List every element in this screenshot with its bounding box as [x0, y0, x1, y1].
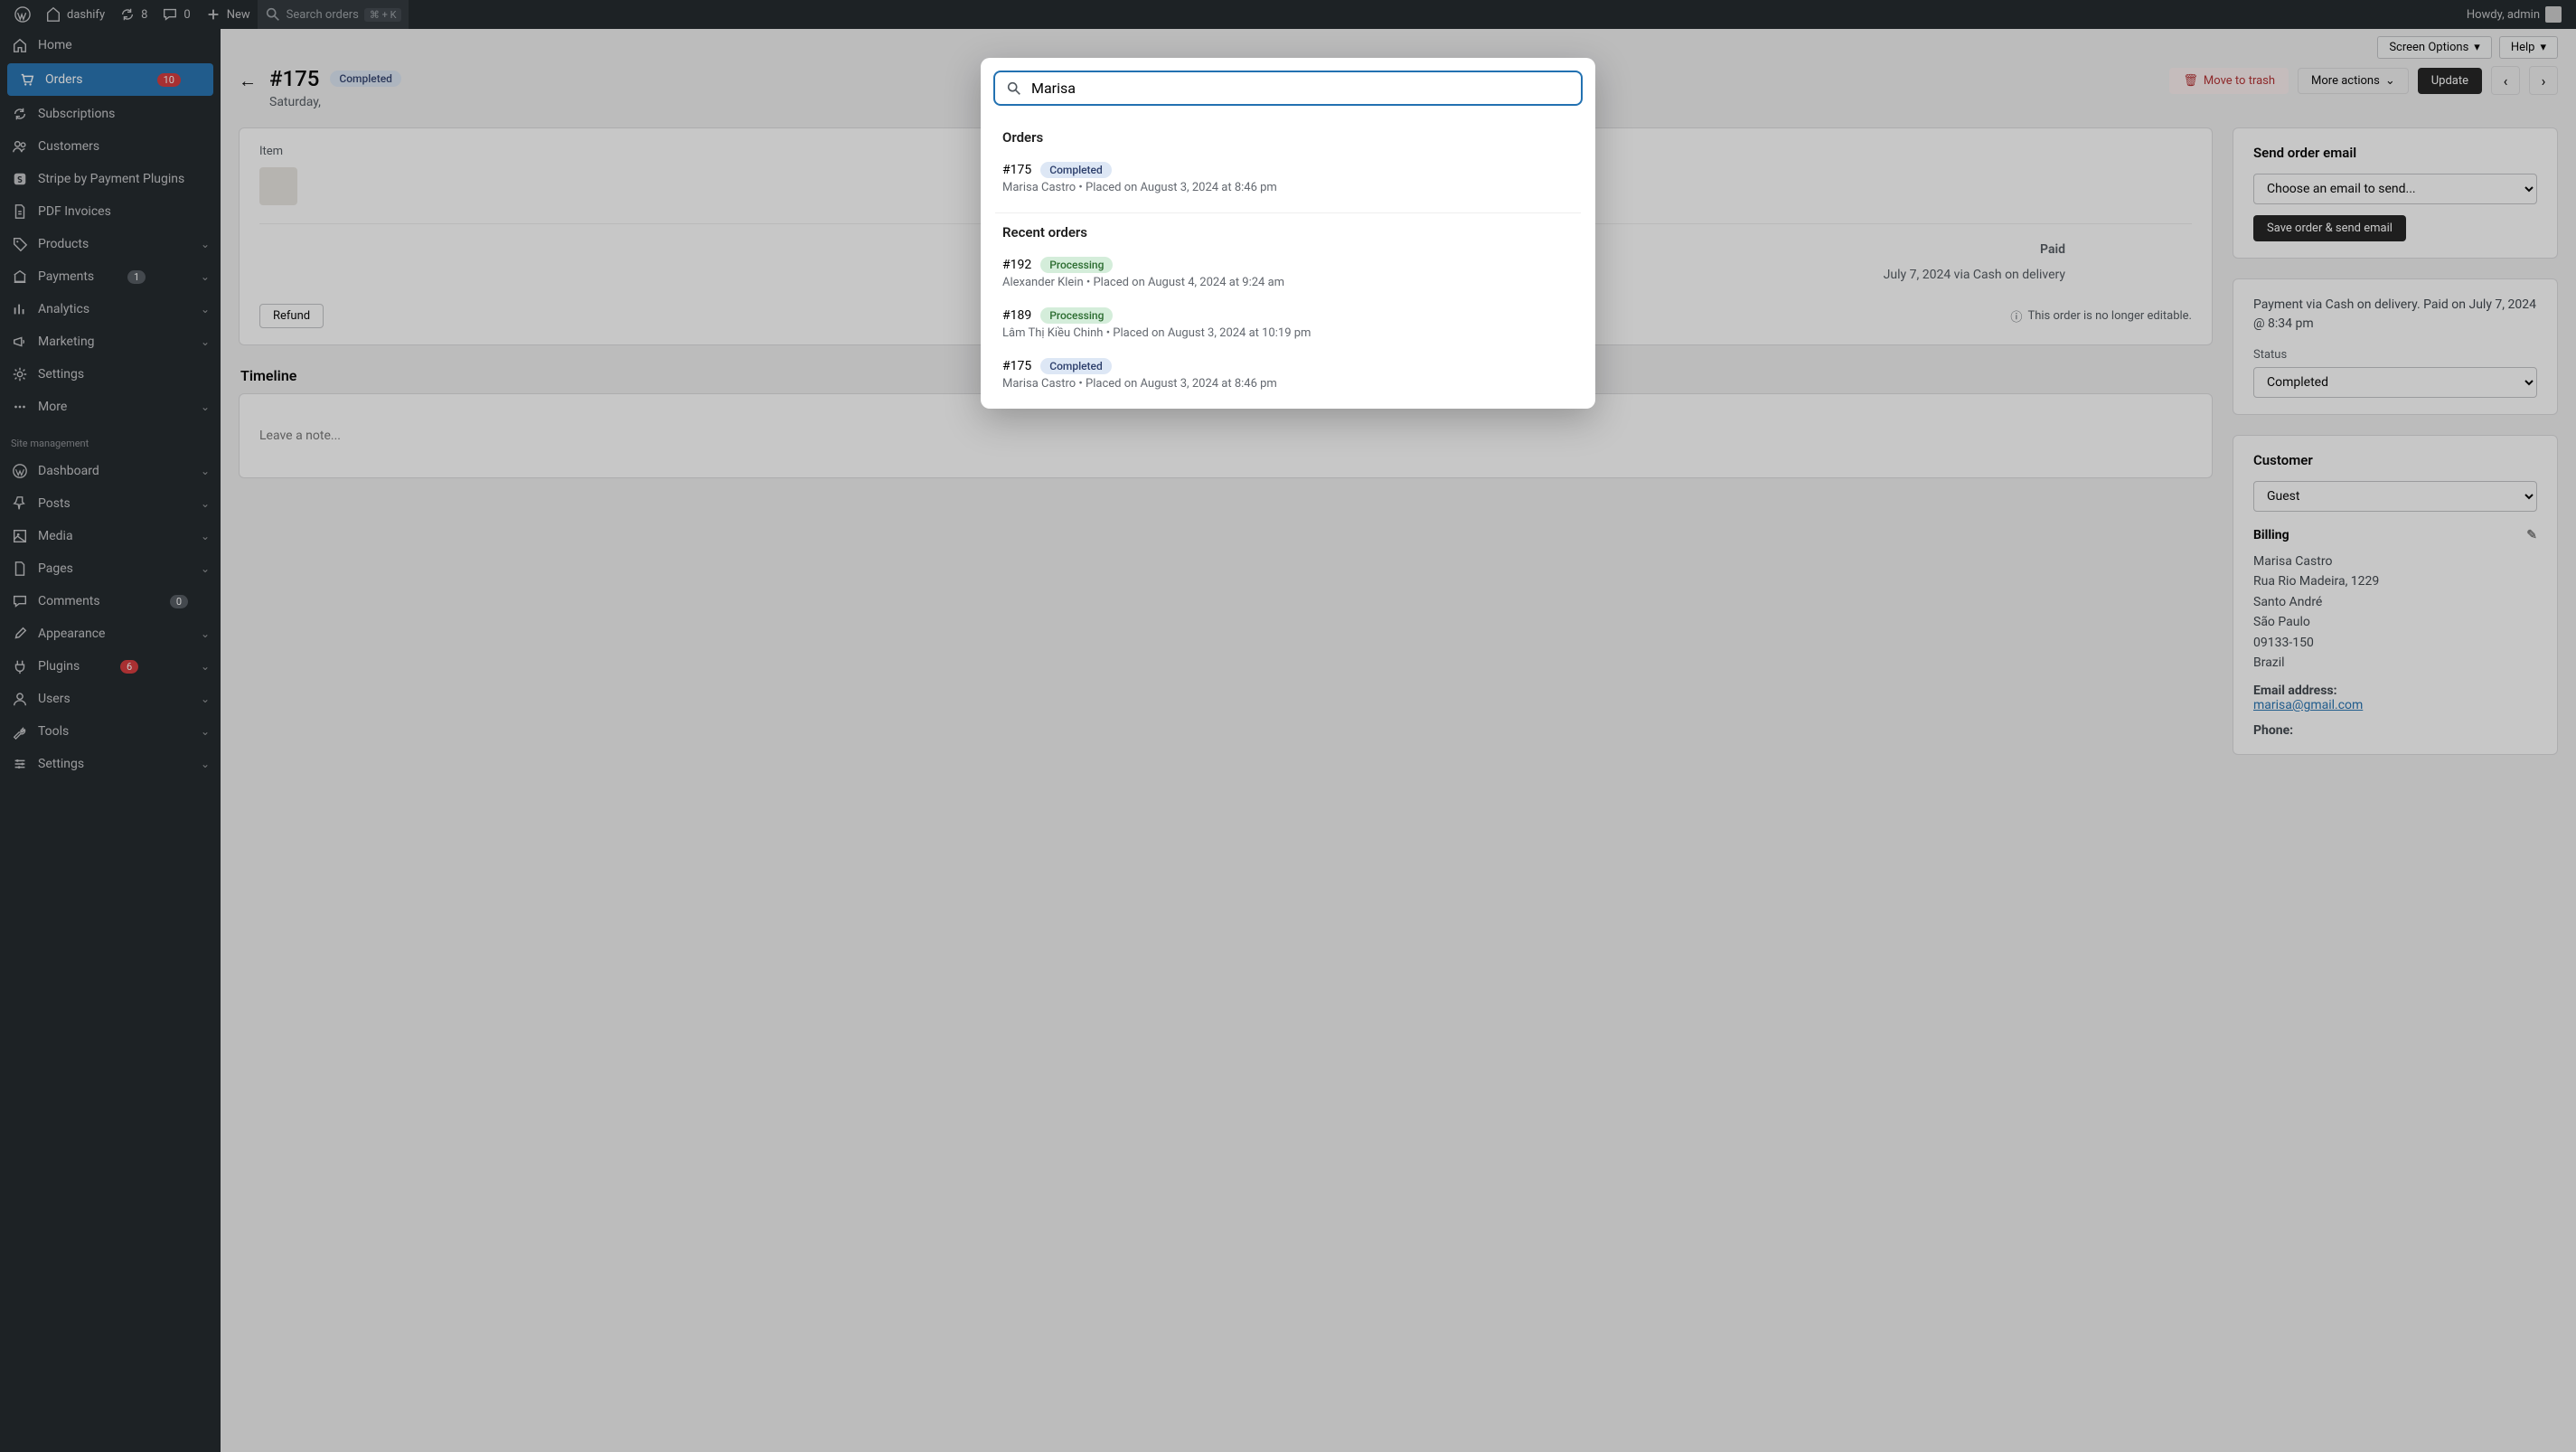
result-sub: Lâm Thị Kiều Chinh • Placed on August 3,…: [1002, 326, 1574, 340]
result-sub: Marisa Castro • Placed on August 3, 2024…: [1002, 377, 1574, 391]
search-icon: [1006, 80, 1022, 97]
result-id: #192: [1002, 258, 1031, 272]
status-badge: Completed: [1040, 358, 1112, 374]
search-result[interactable]: #175 Completed Marisa Castro • Placed on A…: [981, 153, 1595, 203]
search-group-title: Recent orders: [981, 217, 1595, 248]
status-badge: Processing: [1040, 257, 1113, 273]
search-modal: Orders #175 Completed Marisa Castro • Place…: [981, 58, 1595, 409]
search-result[interactable]: #192 Processing Alexander Klein • Placed o…: [981, 248, 1595, 298]
search-result[interactable]: #189 Processing Lâm Thị Kiều Chinh • Place…: [981, 298, 1595, 349]
result-sub: Marisa Castro • Placed on August 3, 2024…: [1002, 181, 1574, 194]
status-badge: Processing: [1040, 307, 1113, 324]
search-group-title: Orders: [981, 122, 1595, 153]
search-result[interactable]: #175 Completed Marisa Castro • Placed on A…: [981, 349, 1595, 400]
search-input[interactable]: [1031, 80, 1570, 97]
result-id: #189: [1002, 308, 1031, 323]
result-id: #175: [1002, 163, 1031, 177]
result-sub: Alexander Klein • Placed on August 4, 20…: [1002, 276, 1574, 289]
result-id: #175: [1002, 359, 1031, 373]
modal-overlay[interactable]: Orders #175 Completed Marisa Castro • Place…: [0, 0, 2576, 1452]
status-badge: Completed: [1040, 162, 1112, 178]
